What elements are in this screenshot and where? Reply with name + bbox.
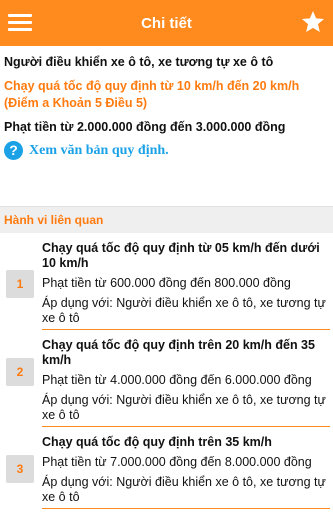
item-number-badge: 3: [6, 455, 34, 483]
penalty-text: Phạt tiền từ 2.000.000 đồng đến 3.000.00…: [4, 120, 286, 134]
related-item-applies: Áp dụng với: Người điều khiển xe ô tô, x…: [42, 393, 326, 422]
hamburger-menu-icon[interactable]: [6, 10, 34, 36]
related-heading: Hành vi liên quan: [4, 213, 104, 227]
related-item[interactable]: 3 Chạy quá tốc độ quy định trên 35 km/h …: [0, 435, 333, 509]
violation-text: Chạy quá tốc độ quy định từ 10 km/h đến …: [4, 79, 300, 110]
related-item-title: Chạy quá tốc độ quy định trên 20 km/h đế…: [42, 338, 315, 367]
item-number-badge: 1: [6, 270, 34, 298]
related-item-applies: Áp dụng với: Người điều khiển xe ô tô, x…: [42, 296, 326, 325]
related-item[interactable]: 1 Chạy quá tốc độ quy định từ 05 km/h đế…: [0, 241, 333, 330]
app-header: Chi tiết: [0, 0, 333, 46]
related-item-fine: Phạt tiền từ 600.000 đồng đến 800.000 đồ…: [42, 276, 291, 290]
related-item-fine: Phạt tiền từ 4.000.000 đồng đến 6.000.00…: [42, 373, 312, 387]
page-title: Chi tiết: [141, 14, 192, 32]
star-icon[interactable]: [300, 9, 326, 35]
related-item-fine: Phạt tiền từ 7.000.000 đồng đến 8.000.00…: [42, 455, 312, 469]
related-section-header: Hành vi liên quan: [0, 206, 333, 233]
related-item-title: Chạy quá tốc độ quy định trên 35 km/h: [42, 435, 272, 449]
view-regulation-label: Xem văn bản quy định.: [29, 142, 169, 158]
question-icon: ?: [4, 141, 23, 160]
related-item[interactable]: 2 Chạy quá tốc độ quy định trên 20 km/h …: [0, 338, 333, 427]
subject-text: Người điều khiển xe ô tô, xe tương tự xe…: [4, 55, 274, 69]
related-item-title: Chạy quá tốc độ quy định từ 05 km/h đến …: [42, 241, 320, 270]
related-item-applies: Áp dụng với: Người điều khiển xe ô tô, x…: [42, 475, 326, 504]
item-number-badge: 2: [6, 358, 34, 386]
view-regulation-link[interactable]: ? Xem văn bản quy định.: [4, 141, 329, 160]
detail-section: Người điều khiển xe ô tô, xe tương tự xe…: [0, 46, 333, 160]
